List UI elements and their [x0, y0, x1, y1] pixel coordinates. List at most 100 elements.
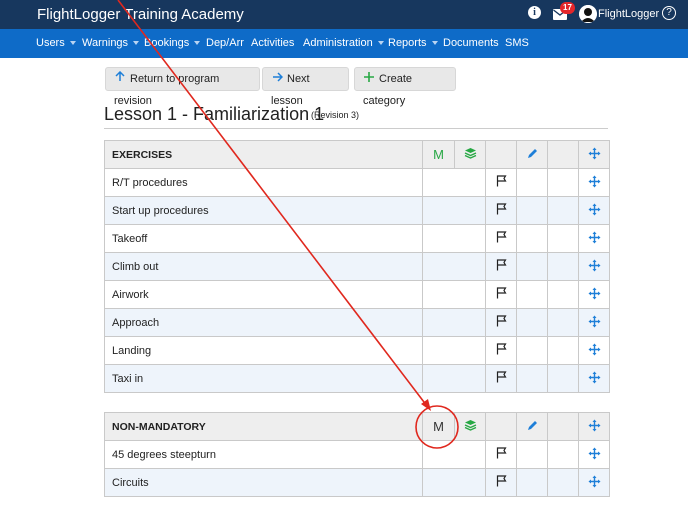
arrow-head-icon [421, 399, 431, 411]
flag-icon[interactable] [485, 364, 517, 393]
plus-icon [363, 68, 375, 90]
exercise-name: Climb out [104, 252, 423, 281]
move-icon[interactable] [578, 252, 610, 281]
exercise-name: Taxi in [104, 364, 423, 393]
empty-cell [516, 280, 548, 309]
exercise-name: Takeoff [104, 224, 423, 253]
empty-cell [547, 140, 579, 169]
exercise-row[interactable]: R/T procedures [104, 168, 610, 197]
nav-activities[interactable]: Activities [251, 29, 294, 58]
empty-cell [516, 224, 548, 253]
empty-cell [422, 252, 486, 281]
nav-users[interactable]: Users [36, 29, 76, 58]
move-icon[interactable] [578, 140, 610, 169]
layers-icon[interactable] [454, 140, 486, 169]
flag-icon[interactable] [485, 224, 517, 253]
exercise-name: Airwork [104, 280, 423, 309]
nav-sms[interactable]: SMS [505, 29, 529, 58]
layers-icon[interactable] [454, 412, 486, 441]
move-icon[interactable] [578, 308, 610, 337]
help-icon[interactable]: ? [662, 6, 676, 20]
exercise-row[interactable]: Taxi in [104, 364, 610, 393]
exercise-row[interactable]: Start up procedures [104, 196, 610, 225]
main-nav: Users Warnings Bookings Dep/Arr Activiti… [0, 29, 688, 58]
move-icon[interactable] [578, 364, 610, 393]
pencil-icon[interactable] [516, 412, 548, 441]
exercise-row[interactable]: 45 degrees steepturn [104, 440, 610, 469]
empty-cell [422, 224, 486, 253]
nav-dep-arr[interactable]: Dep/Arr [206, 29, 244, 58]
exercise-row[interactable]: Circuits [104, 468, 610, 497]
avatar[interactable] [579, 5, 597, 23]
flag-icon[interactable] [485, 468, 517, 497]
empty-cell [547, 224, 579, 253]
exercise-row[interactable]: Airwork [104, 280, 610, 309]
exercise-row[interactable]: Approach [104, 308, 610, 337]
exercise-name: Start up procedures [104, 196, 423, 225]
chevron-down-icon [431, 41, 438, 46]
empty-cell [547, 280, 579, 309]
empty-cell [547, 168, 579, 197]
empty-cell [422, 440, 486, 469]
flag-icon[interactable] [485, 168, 517, 197]
empty-cell [422, 196, 486, 225]
page-title: Lesson 1 - Familiarization 1 [104, 104, 325, 124]
mandatory-toggle[interactable]: M [422, 140, 455, 169]
create-category-button[interactable]: Create category [354, 67, 456, 107]
revision-label: (Revision 3) [311, 110, 360, 120]
chevron-down-icon [133, 41, 140, 46]
exercise-row[interactable]: Landing [104, 336, 610, 365]
empty-cell [516, 308, 548, 337]
flag-icon[interactable] [485, 336, 517, 365]
empty-cell [547, 308, 579, 337]
category-title: NON-MANDATORY [104, 412, 423, 441]
exercise-row[interactable]: Climb out [104, 252, 610, 281]
empty-cell [516, 252, 548, 281]
move-icon[interactable] [578, 468, 610, 497]
empty-cell [547, 336, 579, 365]
info-icon[interactable]: i [528, 6, 541, 19]
flag-icon[interactable] [485, 252, 517, 281]
empty-cell [422, 308, 486, 337]
move-icon[interactable] [578, 412, 610, 441]
exercise-name: Landing [104, 336, 423, 365]
empty-cell [422, 364, 486, 393]
exercise-row[interactable]: Takeoff [104, 224, 610, 253]
chevron-down-icon [69, 41, 76, 46]
user-name[interactable]: FlightLogger [598, 8, 659, 20]
nav-reports[interactable]: Reports [388, 29, 438, 58]
nav-administration[interactable]: Administration [303, 29, 384, 58]
move-icon[interactable] [578, 196, 610, 225]
category-title: EXERCISES [104, 140, 423, 169]
pencil-icon[interactable] [516, 140, 548, 169]
exercise-name: R/T procedures [104, 168, 423, 197]
flag-icon[interactable] [485, 280, 517, 309]
empty-cell [547, 468, 579, 497]
category-table-exercises: EXERCISES M R/T procedures Start up proc… [104, 140, 610, 393]
exercise-name: Circuits [104, 468, 423, 497]
empty-cell [485, 412, 517, 441]
nav-warnings[interactable]: Warnings [82, 29, 140, 58]
category-header-row: EXERCISES M [104, 140, 610, 169]
move-icon[interactable] [578, 168, 610, 197]
empty-cell [516, 196, 548, 225]
nav-documents[interactable]: Documents [443, 29, 499, 58]
flag-icon[interactable] [485, 440, 517, 469]
move-icon[interactable] [578, 280, 610, 309]
empty-cell [516, 364, 548, 393]
empty-cell [422, 336, 486, 365]
chevron-down-icon [194, 41, 201, 46]
move-icon[interactable] [578, 440, 610, 469]
move-icon[interactable] [578, 224, 610, 253]
nav-bookings[interactable]: Bookings [144, 29, 201, 58]
empty-cell [516, 336, 548, 365]
empty-cell [422, 468, 486, 497]
mandatory-toggle[interactable]: M [422, 412, 455, 441]
flag-icon[interactable] [485, 196, 517, 225]
category-table-non-mandatory: NON-MANDATORY M 45 degrees steepturn Cir… [104, 412, 610, 497]
flag-icon[interactable] [485, 308, 517, 337]
return-to-revision-button[interactable]: Return to program revision [105, 67, 260, 107]
next-lesson-button[interactable]: Next lesson [262, 67, 349, 107]
app-title[interactable]: FlightLogger Training Academy [37, 6, 244, 23]
move-icon[interactable] [578, 336, 610, 365]
